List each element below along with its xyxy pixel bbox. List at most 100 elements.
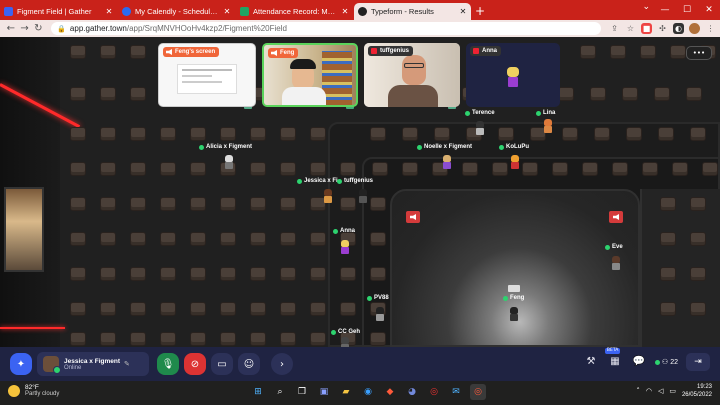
new-tab-button[interactable]: + [472,3,488,20]
task-view-icon[interactable]: ❐ [294,384,310,400]
microphone-icon[interactable]: 🎙 [157,353,179,375]
chrome-active-icon[interactable]: ◎ [470,384,486,400]
seat [310,232,326,246]
seat [686,87,702,101]
player-name-tag: Noelle x Figment [416,143,474,152]
glasses-icon [404,63,424,68]
back-icon[interactable]: ← [4,23,18,34]
seat [190,267,206,281]
tray-chevron-icon[interactable]: ˄ [636,387,640,395]
url-input[interactable]: 🔒 app.gather.town /app/SrqMNVHOoHv4kzp2/… [51,22,601,35]
office-icon[interactable]: ◆ [382,384,398,400]
camera-off-icon[interactable]: ⊘ [184,353,206,375]
extensions-puzzle-icon[interactable]: ✣ [657,23,668,34]
file-explorer-icon[interactable]: ▰ [338,384,354,400]
build-hammer-icon[interactable]: ⚒ [583,354,599,370]
emoji-icon[interactable]: ☺ [238,353,260,375]
url-host: app.gather.town [69,24,127,33]
close-tab-icon[interactable]: ✕ [105,7,113,16]
tab-gather[interactable]: Figment Field | Gather ✕ [0,3,117,20]
tab-attendance-sheet[interactable]: Attendance Record: May 2022 - ✕ [236,3,353,20]
bookmark-star-icon[interactable]: ☆ [625,23,636,34]
seat [250,332,266,346]
volume-icon[interactable]: ◁ [658,387,663,395]
video-tile-screen-share[interactable]: Feng's screen [158,43,256,107]
video-tile-anna[interactable]: Anna [466,43,560,107]
seat [130,332,146,346]
windows-start-icon[interactable]: ⊞ [250,384,266,400]
player-avatar[interactable] [224,155,234,169]
participants-button[interactable]: ⚇ 22 [654,358,678,366]
tab-typeform[interactable]: Typeform - Results ✕ [354,3,471,20]
wifi-icon[interactable]: ◠ [646,387,652,395]
seat [220,197,236,211]
edge-browser-icon[interactable]: ◉ [360,384,376,400]
edit-pencil-icon[interactable]: ✎ [124,360,130,368]
player-avatar[interactable] [509,307,519,321]
mail-icon[interactable]: ✉ [448,384,464,400]
seat [280,332,296,346]
player-avatar[interactable] [340,240,350,254]
player-avatar[interactable] [340,337,350,347]
player-avatar[interactable] [323,189,333,203]
reload-icon[interactable]: ↻ [31,23,45,34]
tab-calendly[interactable]: My Calendly - Scheduled Events ✕ [118,3,235,20]
extension-dark-icon[interactable]: ◐ [672,23,684,34]
player-avatar[interactable] [358,189,368,203]
tab-search-chevron-icon[interactable]: ⌄ [642,2,650,12]
search-icon[interactable]: ⌕ [272,384,288,400]
player-avatar[interactable] [375,307,385,321]
chrome-icon[interactable]: ◎ [426,384,442,400]
gather-map[interactable]: Alicia x Figment Terence Lina Noelle x F… [0,37,720,347]
screen-share-icon[interactable]: ▭ [211,353,233,375]
seat [690,232,706,246]
video-call-icon[interactable]: ▣ [316,384,332,400]
browser-menu-icon[interactable]: ⋮ [705,23,716,34]
minimize-icon[interactable]: — [654,0,676,20]
expand-chevron-icon[interactable]: › [271,353,293,375]
video-tile-tuffgenius[interactable]: tuffgenius [364,43,460,107]
seat [622,87,638,101]
player-avatar[interactable] [611,256,621,270]
close-tab-icon[interactable]: ✕ [341,7,349,16]
user-status-card[interactable]: Jessica x Figment Online ✎ [37,352,149,376]
player-avatar[interactable] [510,155,520,169]
weather-widget[interactable]: 82°F Partly cloudy [8,384,59,397]
lock-icon: 🔒 [57,25,66,33]
leave-door-icon[interactable]: ⇥ [686,353,710,371]
megaphone-podium-icon[interactable] [406,211,420,223]
discord-icon[interactable]: ◕ [404,384,420,400]
close-window-icon[interactable]: ✕ [698,0,720,20]
maximize-icon[interactable]: ☐ [676,0,698,20]
player-avatar[interactable] [543,119,553,133]
gather-logo-icon[interactable]: ✦ [10,353,32,375]
forward-icon[interactable]: → [18,23,32,34]
extension-red-icon[interactable]: ■ [640,23,652,34]
close-tab-icon[interactable]: ✕ [223,7,231,16]
player-name-tag: Feng [502,294,526,303]
stage-spotlight [390,189,640,347]
player-name-tag: Jessica x Fi [296,177,340,186]
participant-count: 22 [670,358,678,366]
seat [642,162,658,176]
video-tile-feng[interactable]: Feng [262,43,358,107]
seat [130,302,146,316]
battery-icon[interactable]: ▭ [669,387,676,395]
share-icon[interactable]: ⇪ [609,23,620,34]
player-avatar[interactable] [442,155,452,169]
stage-sign[interactable] [508,285,520,292]
close-tab-icon[interactable]: ✕ [459,7,467,16]
chat-icon[interactable]: 💬 [631,354,647,370]
seat [582,162,598,176]
player-name-tag: Lina [535,109,557,118]
player-name-tag: Eve [604,243,625,252]
more-options-button[interactable]: ••• [686,46,712,60]
calendar-icon[interactable]: ▦ BETA [604,348,623,370]
clock[interactable]: 19:23 26/05/2022 [682,383,712,399]
seat [690,302,706,316]
gather-favicon-icon [4,7,13,16]
player-avatar[interactable] [475,121,485,135]
profile-avatar-icon[interactable] [688,23,700,34]
megaphone-podium-icon[interactable] [609,211,623,223]
extensions-area: ⇪ ☆ ■ ✣ ◐ ⋮ [609,23,716,34]
